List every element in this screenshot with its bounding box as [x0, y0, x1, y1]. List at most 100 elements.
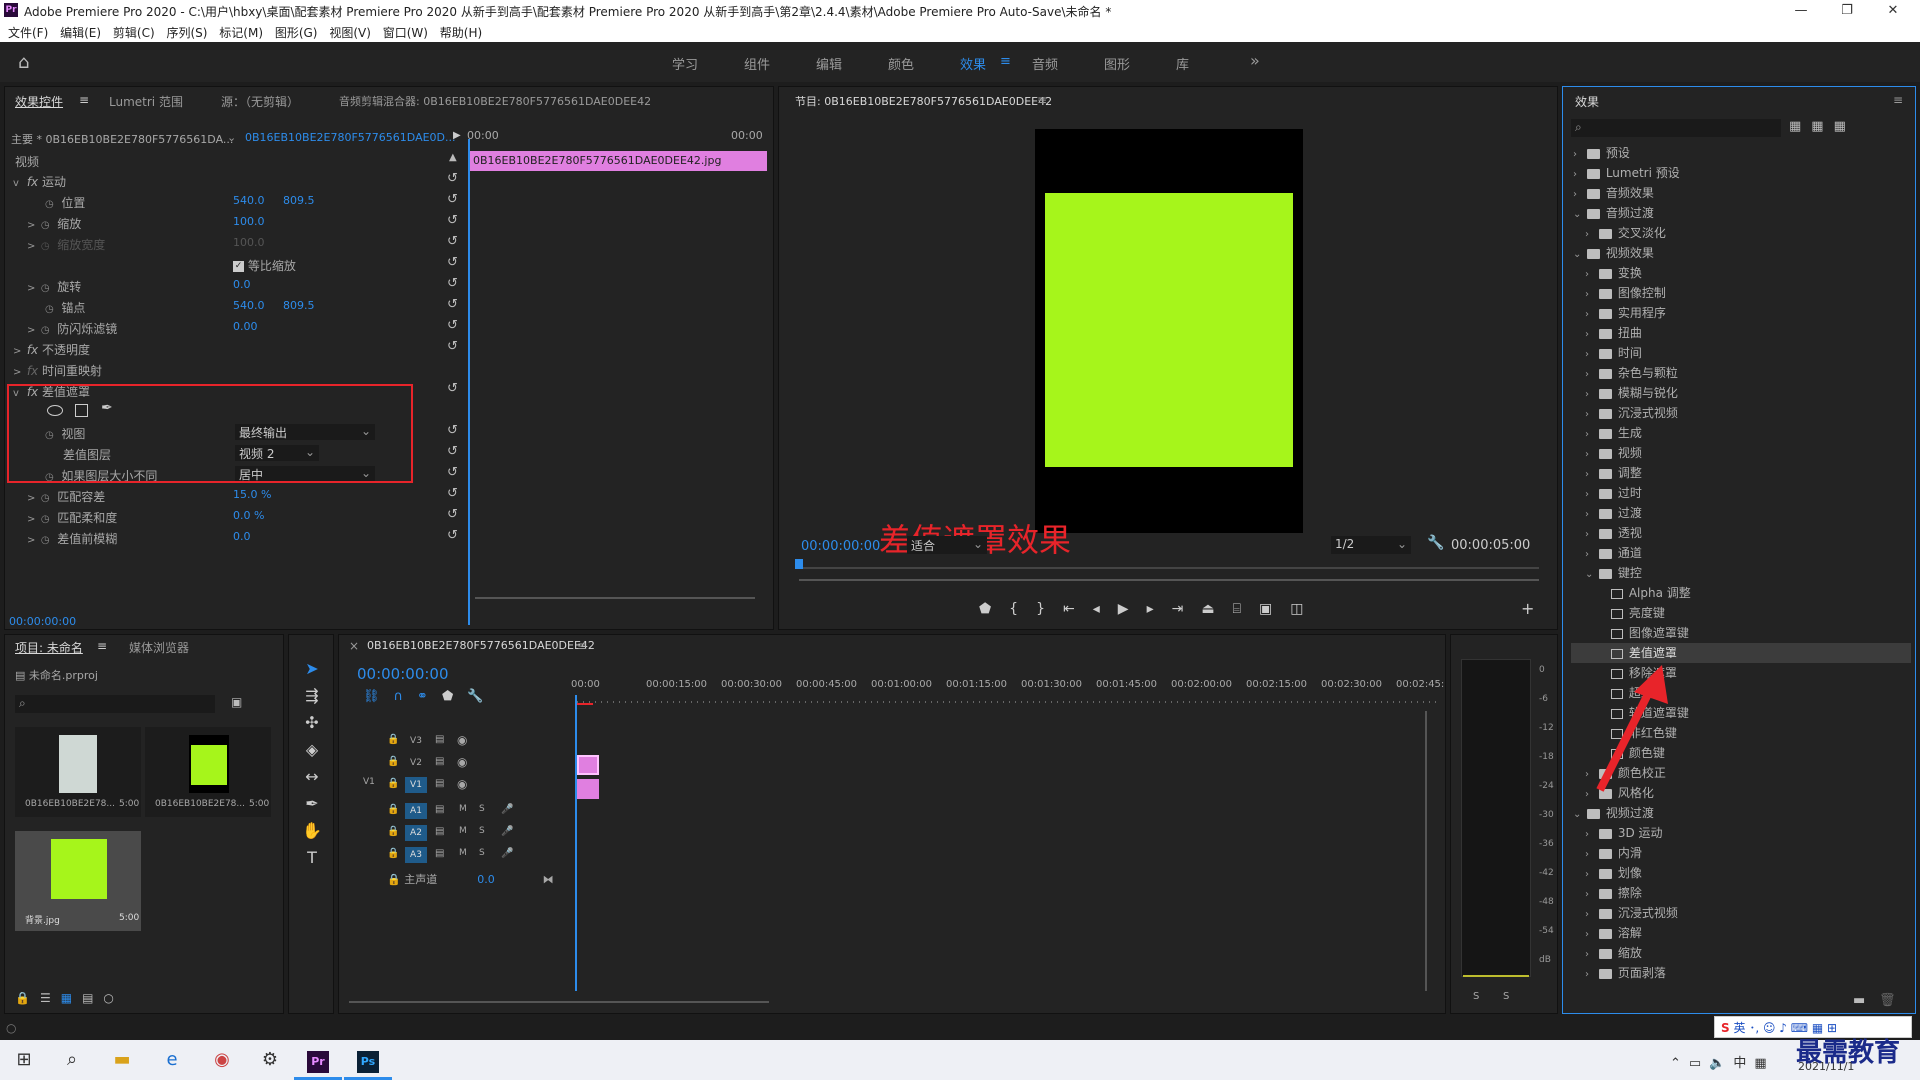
workspace-editing[interactable]: 编辑	[816, 54, 842, 73]
photoshop-taskbar-icon[interactable]: Ps	[344, 1040, 392, 1080]
reset-icon[interactable]: ↺	[447, 234, 458, 249]
track-label[interactable]: A1	[405, 803, 427, 819]
timeline-tool-icons[interactable]: ⛓∩⚭⬟🔧	[363, 689, 497, 704]
effect-folder[interactable]: › 透视	[1571, 523, 1911, 543]
menu-window[interactable]: 窗口(W)	[375, 22, 428, 41]
lock-icon[interactable]: 🔒	[387, 826, 399, 837]
effect-folder[interactable]: › 视频	[1571, 443, 1911, 463]
play-only-icon[interactable]: ▶	[453, 130, 461, 141]
sync-lock-icon[interactable]: ▤	[435, 804, 444, 815]
voiceover-icon[interactable]: 🎤	[501, 848, 513, 859]
mute-button[interactable]: M	[459, 804, 467, 814]
workspace-graphics[interactable]: 图形	[1104, 54, 1130, 73]
effect-folder[interactable]: › 过渡	[1571, 503, 1911, 523]
effect-folder[interactable]: › 音频效果	[1571, 183, 1911, 203]
program-timecode[interactable]: 00:00:00:00	[801, 539, 880, 554]
blur-value[interactable]: 0.0	[233, 530, 251, 551]
solo-left[interactable]: S	[1473, 991, 1479, 1002]
tab-audio-mixer[interactable]: 音频剪辑混合器: 0B16EB10BE2E780F5776561DAE0DEE4…	[339, 93, 651, 109]
ec-zoom-bar[interactable]	[475, 597, 755, 599]
menu-graphics[interactable]: 图形(G)	[267, 22, 318, 41]
program-zoom-bar[interactable]	[799, 579, 1539, 581]
effect-item[interactable]: Alpha 调整	[1571, 583, 1911, 603]
collapse-icon[interactable]: ▲	[449, 152, 457, 163]
close-button[interactable]: ✕	[1870, 0, 1916, 22]
settings-gear-icon[interactable]: ⚙	[246, 1040, 294, 1080]
menu-view[interactable]: 视图(V)	[321, 22, 371, 41]
minimize-button[interactable]: —	[1778, 0, 1824, 22]
timeline-ruler[interactable]: 00:00 00:00:15:00 00:00:30:00 00:00:45:00 00…	[571, 679, 1444, 699]
workspace-libraries[interactable]: 库	[1176, 54, 1189, 73]
file-explorer-icon[interactable]: ▬	[98, 1040, 146, 1080]
timeline-menu-icon[interactable]: ≡	[577, 639, 587, 653]
effect-folder[interactable]: › 生成	[1571, 423, 1911, 443]
timeline-timecode[interactable]: 00:00:00:00	[357, 665, 449, 683]
reset-icon[interactable]: ↺	[447, 528, 458, 543]
timeline-scroll-bar[interactable]	[349, 1001, 769, 1003]
reset-icon[interactable]: ↺	[447, 318, 458, 333]
lock-icon[interactable]: 🔒	[387, 756, 399, 767]
app-icon[interactable]: ◉	[198, 1040, 246, 1080]
project-footer-icons[interactable]: 🔒☰▦▤○	[15, 991, 124, 1005]
sync-lock-icon[interactable]: ▤	[435, 734, 444, 745]
project-item[interactable]: 0B16EB10BE2E78... 5:00	[145, 727, 271, 817]
reset-icon[interactable]: ↺	[447, 297, 458, 312]
effect-folder[interactable]: › 预设	[1571, 143, 1911, 163]
lock-icon[interactable]: 🔒	[387, 804, 399, 815]
edge-browser-icon[interactable]: e	[148, 1040, 196, 1080]
reset-icon[interactable]: ↺	[447, 381, 458, 396]
anchor-y-value[interactable]: 809.5	[283, 299, 315, 320]
effect-folder[interactable]: › 变换	[1571, 263, 1911, 283]
delete-icon[interactable]: 🗑	[1879, 993, 1896, 1008]
home-icon[interactable]: ⌂	[18, 52, 29, 73]
effect-folder[interactable]: › 交叉淡化	[1571, 223, 1911, 243]
reset-icon[interactable]: ↺	[447, 444, 458, 459]
project-item[interactable]: 0B16EB10BE2E78... 5:00	[15, 727, 141, 817]
workspace-audio[interactable]: 音频	[1032, 54, 1058, 73]
maximize-button[interactable]: ❐	[1824, 0, 1870, 22]
solo-button[interactable]: S	[479, 848, 485, 858]
effect-folder[interactable]: › 页面剥落	[1571, 963, 1911, 983]
premiere-taskbar-icon[interactable]: Pr	[294, 1040, 342, 1080]
ec-playhead[interactable]	[468, 139, 470, 625]
flicker-value[interactable]: 0.00	[233, 320, 258, 341]
wrench-icon[interactable]: 🔧	[1427, 535, 1444, 551]
tab-lumetri-scopes[interactable]: Lumetri 范围	[109, 93, 183, 110]
reset-icon[interactable]: ↺	[447, 486, 458, 501]
menu-clip[interactable]: 剪辑(C)	[105, 22, 155, 41]
solo-button[interactable]: S	[479, 804, 485, 814]
eye-icon[interactable]: ◉	[457, 733, 467, 747]
tab-media-browser[interactable]: 媒体浏览器	[129, 639, 189, 656]
softness-value[interactable]: 0.0 %	[233, 509, 264, 530]
reset-icon[interactable]: ↺	[447, 255, 458, 270]
transport-controls[interactable]: ⬟{}⇤◂▶▸⇥⏏⌸▣◫	[979, 601, 1321, 617]
sync-lock-icon[interactable]: ▤	[435, 826, 444, 837]
mute-button[interactable]: M	[459, 826, 467, 836]
effects-menu-icon[interactable]: ≡	[1893, 93, 1903, 107]
effect-folder[interactable]: › 3D 运动	[1571, 823, 1911, 843]
sequence-clip-label[interactable]: 0B16EB10BE2E780F5776561DAE0D...	[245, 131, 456, 144]
effect-item[interactable]: 图像遮罩键	[1571, 623, 1911, 643]
mute-button[interactable]: M	[459, 848, 467, 858]
workspace-more-icon[interactable]: »	[1250, 51, 1260, 70]
effect-folder[interactable]: ⌄ 视频效果	[1571, 243, 1911, 263]
workspace-effects[interactable]: 效果	[960, 54, 986, 73]
timeline-tab[interactable]: 0B16EB10BE2E780F5776561DAE0DEE42	[367, 639, 595, 652]
time-remap-row[interactable]: > fx 时间重映射	[13, 362, 102, 383]
effect-folder[interactable]: › 模糊与锐化	[1571, 383, 1911, 403]
anchor-x-value[interactable]: 540.0	[233, 299, 265, 320]
program-playhead[interactable]	[795, 559, 803, 569]
lock-icon[interactable]: 🔒	[387, 734, 399, 745]
project-item[interactable]: 背景.jpg 5:00	[15, 831, 141, 931]
reset-icon[interactable]: ↺	[447, 465, 458, 480]
track-label[interactable]: A3	[405, 847, 427, 863]
scale-value[interactable]: 100.0	[233, 215, 265, 236]
timeline-close-icon[interactable]: ×	[349, 639, 359, 653]
voiceover-icon[interactable]: 🎤	[501, 826, 513, 837]
v2-clip[interactable]	[577, 755, 599, 775]
timeline-playhead[interactable]	[575, 695, 577, 991]
effect-folder[interactable]: › 划像	[1571, 863, 1911, 883]
reset-icon[interactable]: ↺	[447, 213, 458, 228]
tolerance-value[interactable]: 15.0 %	[233, 488, 271, 509]
rotation-value[interactable]: 0.0	[233, 278, 251, 299]
